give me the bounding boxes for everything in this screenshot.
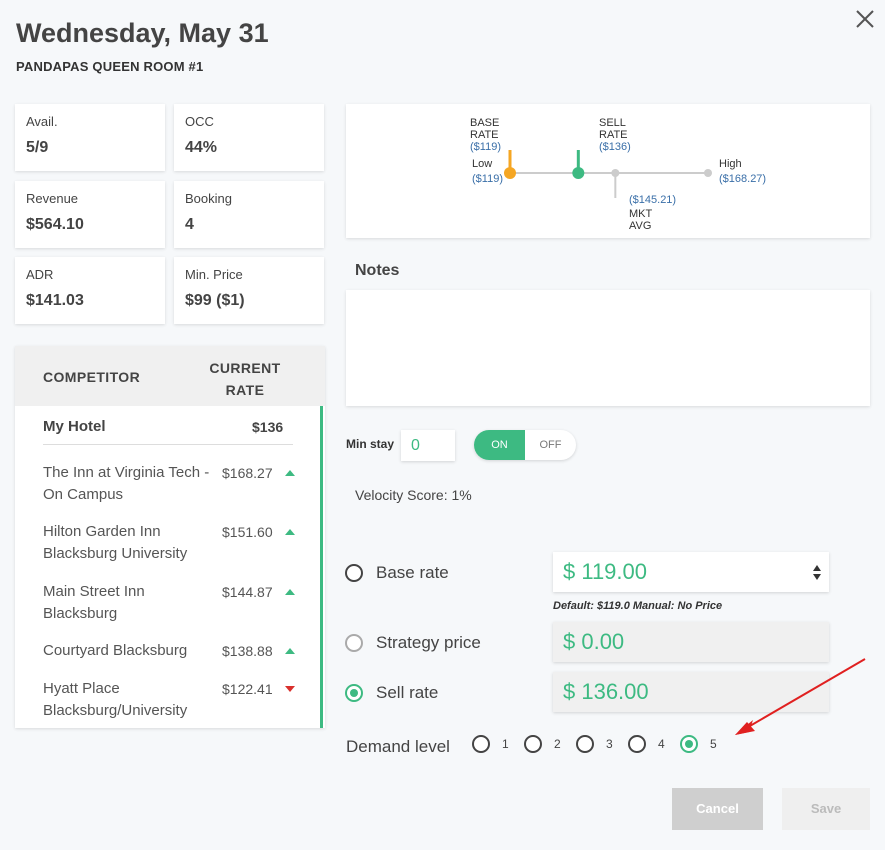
demand-radio-3[interactable] xyxy=(576,735,594,753)
hotel-rate: $136 xyxy=(252,419,284,435)
save-button[interactable]: Save xyxy=(782,788,870,830)
trend-up-icon xyxy=(285,589,295,595)
base-rate-label: Base rate xyxy=(376,563,449,582)
demand-option-label: 1 xyxy=(502,737,509,751)
mkt-avg-label-line2: AVG xyxy=(629,220,652,232)
competitor-name: The Inn at Virginia Tech - On Campus xyxy=(43,464,210,503)
trend-down-icon xyxy=(285,686,295,692)
demand-option-label: 3 xyxy=(606,737,613,751)
stat-value: $564.10 xyxy=(26,216,84,233)
close-icon[interactable] xyxy=(852,6,878,32)
stat-value: 44% xyxy=(185,139,218,156)
low-label: Low xyxy=(472,158,493,170)
spinner-arrows-icon[interactable] xyxy=(813,565,821,581)
base-rate-input[interactable]: $ 119.00 xyxy=(553,552,829,592)
competitor-rate: $138.88 xyxy=(222,643,273,659)
notes-label: Notes xyxy=(355,262,400,279)
mkt-avg-value: ($145.21) xyxy=(629,194,677,206)
notes-textarea[interactable] xyxy=(346,290,870,406)
trend-up-icon xyxy=(285,529,295,535)
sell-rate-value: ($136) xyxy=(599,141,631,153)
sell-rate-radio[interactable] xyxy=(345,684,363,702)
stat-label: OCC xyxy=(185,114,214,129)
demand-level-label: Demand level xyxy=(346,737,450,756)
base-rate-label-line2: RATE xyxy=(470,129,499,141)
low-value: ($119) xyxy=(472,173,503,185)
stat-card-avail: Avail. 5/9 xyxy=(15,104,165,171)
demand-radio-4[interactable] xyxy=(628,735,646,753)
demand-radio-1[interactable] xyxy=(472,735,490,753)
demand-option-label: 2 xyxy=(554,737,561,751)
scrollbar[interactable] xyxy=(320,406,323,728)
trend-up-icon xyxy=(285,470,295,476)
stat-card-min-price: Min. Price $99 ($1) xyxy=(174,257,324,324)
trend-up-icon xyxy=(285,648,295,654)
column-header-current-rate: CURRENT RATE xyxy=(209,360,281,398)
page-title: Wednesday, May 31 xyxy=(16,18,269,48)
base-rate-label-line1: BASE xyxy=(470,117,500,129)
demand-radio-2[interactable] xyxy=(524,735,542,753)
toggle-off[interactable]: OFF xyxy=(525,430,576,460)
competitor-name: Hilton Garden Inn Blacksburg University xyxy=(43,523,188,562)
strategy-price-label: Strategy price xyxy=(376,633,481,652)
min-stay-label: Min stay xyxy=(346,437,395,451)
sell-rate-label-line2: RATE xyxy=(599,129,628,141)
competitor-name: Main Street Inn Blacksburg xyxy=(43,583,145,622)
stat-card-booking: Booking 4 xyxy=(174,181,324,248)
stat-label: Avail. xyxy=(26,114,58,129)
stat-label: Booking xyxy=(185,191,232,206)
base-rate-value: ($119) xyxy=(470,141,501,153)
competitor-table[interactable]: COMPETITOR CURRENT RATE My Hotel $136 Th… xyxy=(15,346,325,728)
demand-radio-5[interactable] xyxy=(680,735,698,753)
competitor-table-header: COMPETITOR CURRENT RATE xyxy=(15,346,325,406)
strategy-price-radio[interactable] xyxy=(345,634,363,652)
demand-option-label: 5 xyxy=(710,737,717,751)
sell-rate-label: Sell rate xyxy=(376,683,439,702)
velocity-score: Velocity Score: 1% xyxy=(355,487,472,503)
stat-value: $99 ($1) xyxy=(185,292,245,309)
stat-card-occ: OCC 44% xyxy=(174,104,324,171)
toggle-on[interactable]: ON xyxy=(474,430,525,460)
competitor-rate: $168.27 xyxy=(222,465,273,481)
stat-label: ADR xyxy=(26,267,54,282)
annotation-arrow-icon xyxy=(735,658,866,735)
high-value: ($168.27) xyxy=(719,173,767,185)
demand-option-label: 4 xyxy=(658,737,665,751)
high-marker xyxy=(704,169,712,177)
mkt-avg-marker xyxy=(611,169,620,177)
mkt-avg-label-line1: MKT xyxy=(629,208,653,220)
base-rate-marker xyxy=(504,167,516,179)
rate-range-panel: BASE RATE ($119) SELL RATE ($136) Low ($… xyxy=(346,104,870,238)
competitor-name: Courtyard Blacksburg xyxy=(43,642,188,659)
hotel-name: My Hotel xyxy=(43,418,106,435)
on-off-toggle[interactable]: ON OFF xyxy=(474,430,576,460)
stat-card-revenue: Revenue $564.10 xyxy=(15,181,165,248)
stat-value: $141.03 xyxy=(26,292,84,309)
sell-rate-label-line1: SELL xyxy=(599,117,626,129)
column-header-competitor: COMPETITOR xyxy=(43,369,141,385)
competitor-name: Hyatt Place Blacksburg/University xyxy=(43,680,188,719)
competitor-rate: $144.87 xyxy=(222,584,273,600)
competitor-rate: $122.41 xyxy=(222,681,273,697)
base-rate-radio[interactable] xyxy=(345,564,363,582)
stat-value: 4 xyxy=(185,216,194,233)
high-label: High xyxy=(719,158,742,170)
stat-value: 5/9 xyxy=(26,139,49,156)
stat-label: Min. Price xyxy=(185,267,243,282)
divider xyxy=(43,444,293,445)
competitor-rate: $151.60 xyxy=(222,524,273,540)
default-manual-note: Default: $119.0 Manual: No Price xyxy=(553,600,723,612)
stat-label: Revenue xyxy=(26,191,79,206)
min-stay-input[interactable] xyxy=(401,430,455,461)
cancel-button[interactable]: Cancel xyxy=(672,788,763,830)
room-name: PANDAPAS QUEEN ROOM #1 xyxy=(16,59,204,74)
stat-card-adr: ADR $141.03 xyxy=(15,257,165,324)
sell-rate-marker xyxy=(572,167,585,179)
